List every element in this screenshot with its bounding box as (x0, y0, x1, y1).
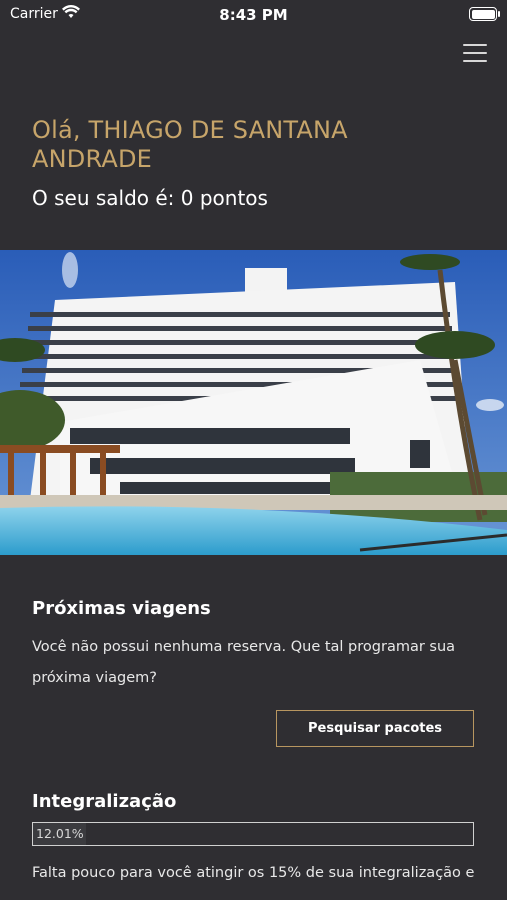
hamburger-menu-icon[interactable] (463, 44, 487, 62)
points-balance: O seu saldo é: 0 pontos (32, 186, 268, 210)
integration-message: Falta pouco para você atingir os 15% de … (32, 865, 475, 881)
integration-title: Integralização (32, 791, 177, 812)
integration-progress-label: 12.01% (36, 826, 84, 841)
hotel-hero-image (0, 250, 507, 555)
no-reservations-message: Você não possui nenhuma reserva. Que tal… (32, 639, 456, 686)
battery-icon (469, 7, 500, 21)
status-bar: Carrier 8:43 PM (0, 0, 507, 28)
integration-progress-bar: 12.01% (32, 822, 474, 846)
upcoming-trips-title: Próximas viagens (32, 598, 211, 619)
greeting-title: Olá, THIAGO DE SANTANA ANDRADE (32, 116, 348, 173)
search-packages-button[interactable]: Pesquisar pacotes (276, 710, 474, 747)
status-time: 8:43 PM (219, 6, 288, 24)
